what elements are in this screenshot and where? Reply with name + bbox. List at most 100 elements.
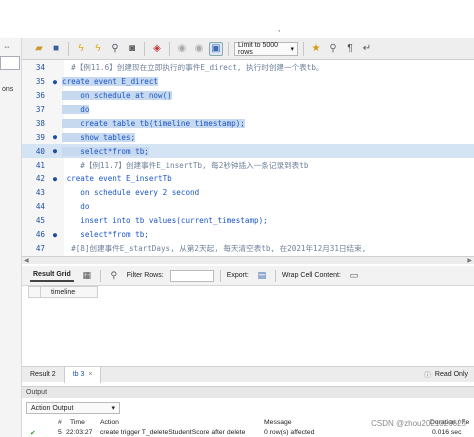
tab-result-2-label: Result 2	[30, 371, 56, 378]
toolbar-divider	[99, 269, 101, 282]
read-only-label: Read Only	[434, 371, 468, 378]
wrap-icon[interactable]: ↵	[360, 42, 374, 56]
code-text: do	[62, 104, 90, 114]
wrap-cell-icon[interactable]: ▭	[347, 269, 361, 283]
code-line[interactable]: 45 insert into tb values(current_timesta…	[22, 214, 474, 228]
code-line[interactable]: 35 ● create event E_direct	[22, 75, 474, 89]
toolbar-divider	[228, 41, 229, 56]
export-label: Export:	[226, 272, 249, 279]
grid-icon[interactable]: ▦	[80, 269, 94, 283]
limit-rows-select[interactable]: Limit to 5000 rows ▾	[234, 41, 298, 56]
code-line[interactable]: 34 #【例11.6】创建现在立即执行的事件E_direct, 执行时创建一个表…	[22, 61, 474, 75]
code-line[interactable]: 39 ● show tables;	[22, 131, 474, 145]
stray-mark: ,	[278, 24, 281, 33]
code-text: #[8]创建事件E_startDays, 从第2天起, 每天清空表tb, 在20…	[62, 243, 367, 253]
close-icon[interactable]: ×	[88, 371, 92, 378]
limit-rows-value: Limit to 5000 rows	[238, 41, 279, 56]
sql-toolbar: ▰ ■ ϟ ϟ ⚲ ◙ ◈ ◉ ◉ ▣ Limit to 5000 rows ▾…	[22, 38, 474, 60]
invisible-chars-icon[interactable]: ¶	[343, 42, 357, 56]
output-row-message: 0 row(s) affected	[264, 429, 315, 436]
tab-tb-3[interactable]: tb 3 ×	[63, 366, 102, 383]
autocommit-icon[interactable]: ▣	[209, 41, 223, 56]
info-icon: ⓘ	[423, 371, 431, 379]
commit-icon[interactable]: ◉	[175, 42, 189, 56]
output-row-num: 5	[58, 429, 62, 436]
code-line[interactable]: 43 on schedule every 2 second	[22, 186, 474, 200]
toolbar-divider	[274, 269, 276, 282]
result-grid[interactable]: timeline	[22, 286, 474, 364]
col-header-time: Time	[70, 419, 85, 426]
row-number-header	[29, 287, 41, 297]
open-folder-icon[interactable]: ▰	[32, 42, 46, 56]
scroll-left-icon[interactable]: ◀	[24, 257, 29, 264]
watermark: CSDN @zhou2021026625	[371, 419, 466, 428]
code-text: select*from tb;	[62, 146, 149, 156]
line-number: 43	[35, 188, 45, 198]
line-number: 38	[35, 118, 45, 128]
result-grid-tab[interactable]: Result Grid	[30, 269, 74, 282]
save-icon[interactable]: ■	[49, 42, 63, 56]
code-line[interactable]: 47 #[8]创建事件E_startDays, 从第2天起, 每天清空表tb, …	[22, 242, 474, 256]
code-line[interactable]: 38 create table tb(timeline timestamp);	[22, 117, 474, 131]
execute-current-icon[interactable]: ϟ	[91, 42, 105, 56]
sql-editor[interactable]: 34 #【例11.6】创建现在立即执行的事件E_direct, 执行时创建一个表…	[22, 60, 474, 256]
code-text: do	[62, 202, 90, 212]
output-row-duration: 0.016 sec	[432, 429, 462, 436]
horizontal-scrollbar[interactable]: ◀ ▶	[22, 256, 474, 264]
export-icon[interactable]: ▤	[255, 269, 269, 283]
code-line[interactable]: 40 ● select*from tb;	[22, 144, 474, 158]
beautify-icon[interactable]: ★	[309, 42, 323, 56]
code-text: on schedule every 2 second	[62, 188, 200, 198]
line-number: 44	[35, 202, 45, 212]
line-number: 46	[35, 230, 45, 240]
toolbar-divider	[219, 269, 221, 282]
read-only-indicator: ⓘ Read Only	[424, 370, 474, 380]
result-tabs: Result 2 tb 3 × ⓘ Read Only	[22, 366, 474, 383]
line-number: 36	[35, 91, 45, 101]
left-panel-label: ons	[2, 86, 14, 93]
explain-icon[interactable]: ⚲	[108, 42, 122, 56]
line-number: 41	[35, 160, 45, 170]
output-row[interactable]: ✔ 5 22:03:27 create trigger T_deleteStud…	[22, 428, 474, 437]
code-text: create event E_direct	[62, 77, 159, 87]
toolbar-divider	[303, 41, 304, 56]
statement-marker-icon: ●	[52, 230, 58, 239]
rollback-icon[interactable]: ◉	[192, 42, 206, 56]
grid-header-row: timeline	[28, 286, 98, 298]
top-blank-area: ,	[22, 0, 474, 38]
code-line[interactable]: 44 do	[22, 200, 474, 214]
output-row-action: create trigger T_deleteStudentScore afte…	[100, 429, 246, 436]
toggle-error-icon[interactable]: ◈	[150, 42, 164, 56]
workbench-window: , ⇔ ons ▰ ■ ϟ ϟ ⚲ ◙ ◈ ◉ ◉ ▣ Limit to 500…	[0, 0, 474, 437]
find-icon[interactable]: ⚲	[326, 42, 340, 56]
tab-result-2[interactable]: Result 2	[22, 367, 64, 383]
code-text: create table tb(timeline timestamp);	[62, 118, 245, 128]
scroll-right-icon[interactable]: ▶	[467, 257, 472, 264]
code-line[interactable]: 37 do	[22, 103, 474, 117]
code-line[interactable]: 42 ● create event E_insertTb	[22, 172, 474, 186]
col-header-action: Action	[100, 419, 119, 426]
output-type-select[interactable]: Action Output ▾	[26, 402, 120, 414]
code-text: on schedule at now()	[62, 91, 172, 101]
statement-marker-icon: ●	[52, 174, 58, 183]
code-text: insert into tb values(current_timestamp)…	[62, 216, 268, 226]
left-panel: ⇔ ons	[0, 38, 22, 437]
filter-rows-input[interactable]	[169, 269, 214, 282]
code-text: show tables;	[62, 132, 136, 142]
toolbar-divider	[169, 41, 170, 56]
code-line[interactable]: 36 on schedule at now()	[22, 89, 474, 103]
statement-marker-icon: ●	[52, 147, 58, 156]
column-header-timeline[interactable]: timeline	[41, 287, 75, 297]
code-line[interactable]: 41 #【例11.7】创建事件E_insertTb, 每2秒钟插入一条记录到表t…	[22, 158, 474, 172]
stop-icon[interactable]: ◙	[125, 42, 139, 56]
filter-icon: ⚲	[110, 270, 118, 280]
execute-icon[interactable]: ϟ	[74, 42, 88, 56]
line-number: 40	[35, 146, 45, 156]
left-panel-input[interactable]	[0, 56, 20, 70]
collapse-toggle-icon[interactable]: ⇔	[3, 42, 11, 51]
output-type-value: Action Output	[31, 404, 74, 412]
code-line[interactable]: 46 ● select*from tb;	[22, 228, 474, 242]
line-number: 35	[35, 77, 45, 87]
line-number: 39	[35, 132, 45, 142]
code-text: #【例11.6】创建现在立即执行的事件E_direct, 执行时创建一个表tb。	[62, 63, 324, 73]
